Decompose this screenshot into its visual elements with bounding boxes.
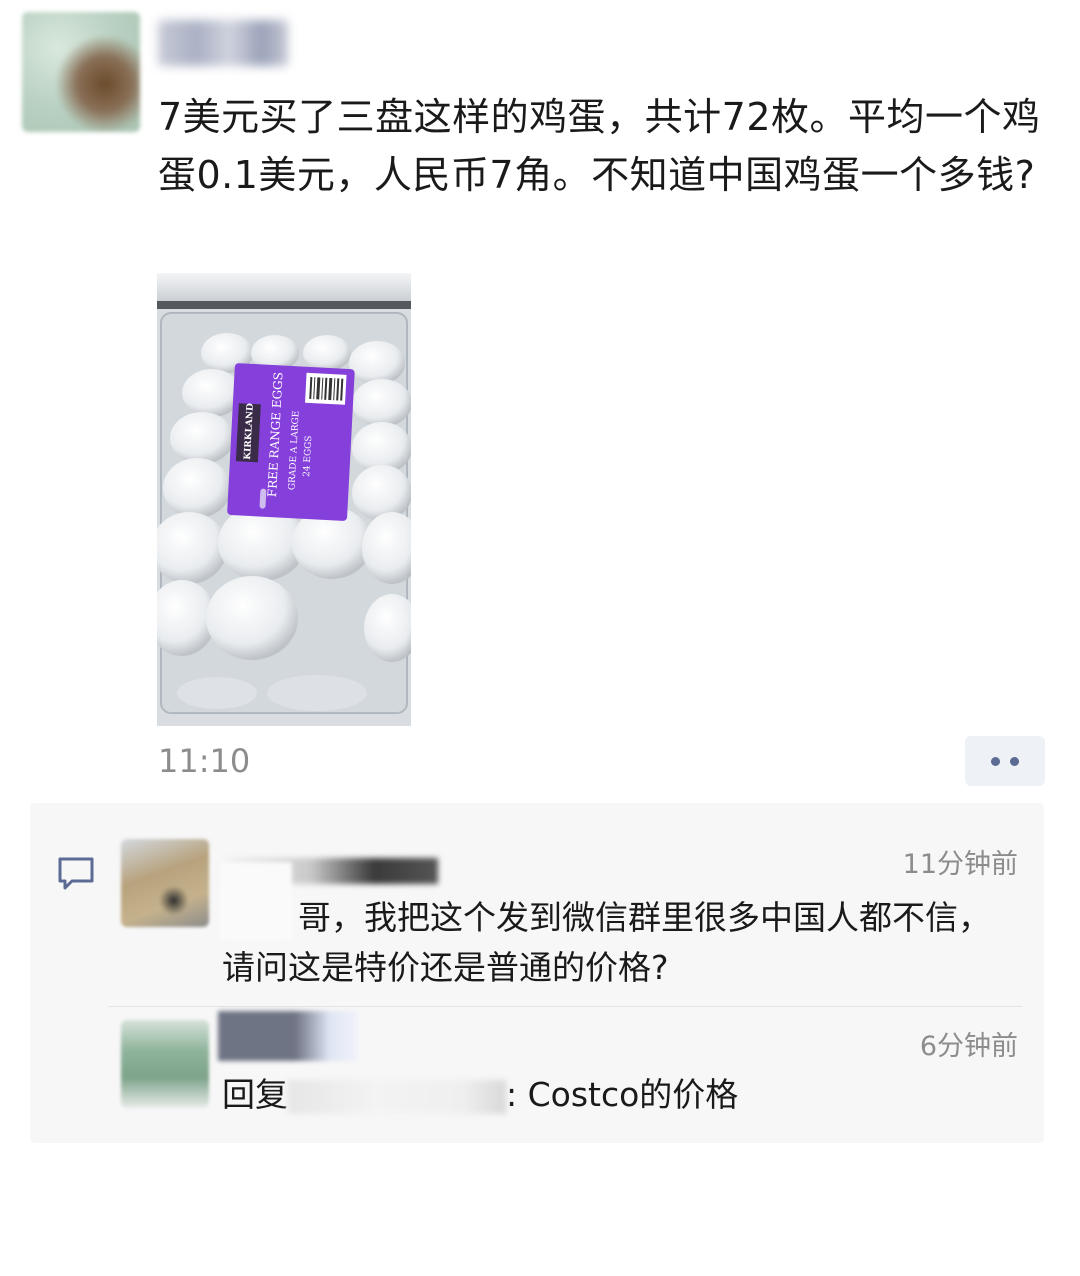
post-photo[interactable]: KIRKLAND FREE RANGE EGGS GRADE A LARGE 2…: [157, 273, 411, 726]
post-text: 7美元买了三盘这样的鸡蛋，共计72枚。平均一个鸡蛋0.1美元，人民币7角。不知道…: [158, 95, 1041, 197]
post-time: 11:10: [158, 742, 251, 780]
comment-2-text[interactable]: 回复 : Costco的价格: [222, 1072, 738, 1118]
egg-carton-image: KIRKLAND FREE RANGE EGGS GRADE A LARGE 2…: [157, 273, 411, 726]
reply-target-name[interactable]: [288, 1079, 506, 1114]
reply-prefix: 回复: [222, 1075, 288, 1114]
more-actions-button[interactable]: [965, 736, 1045, 786]
comment-1-avatar[interactable]: [121, 839, 209, 927]
more-dots-icon-2: [1010, 756, 1019, 766]
more-dots-icon: [991, 756, 1000, 766]
poster-avatar[interactable]: [22, 12, 140, 132]
comment-1-body: 哥，我把这个发到微信群里很多中国人都不信，请问这是特价还是普通的价格?: [222, 898, 991, 987]
comment-2-time: 6分钟前: [919, 1031, 1018, 1062]
comment-divider: [108, 1006, 1022, 1007]
reply-body: : Costco的价格: [506, 1075, 739, 1114]
poster-name[interactable]: [158, 20, 288, 66]
comment-icon: [56, 853, 96, 893]
comment-2-avatar[interactable]: [121, 1020, 209, 1108]
comment-1-text[interactable]: 哥，我把这个发到微信群里很多中国人都不信，请问这是特价还是普通的价格?: [222, 893, 1022, 993]
comment-1-time: 11分钟前: [902, 849, 1018, 880]
comment-2-author[interactable]: [218, 1011, 358, 1061]
